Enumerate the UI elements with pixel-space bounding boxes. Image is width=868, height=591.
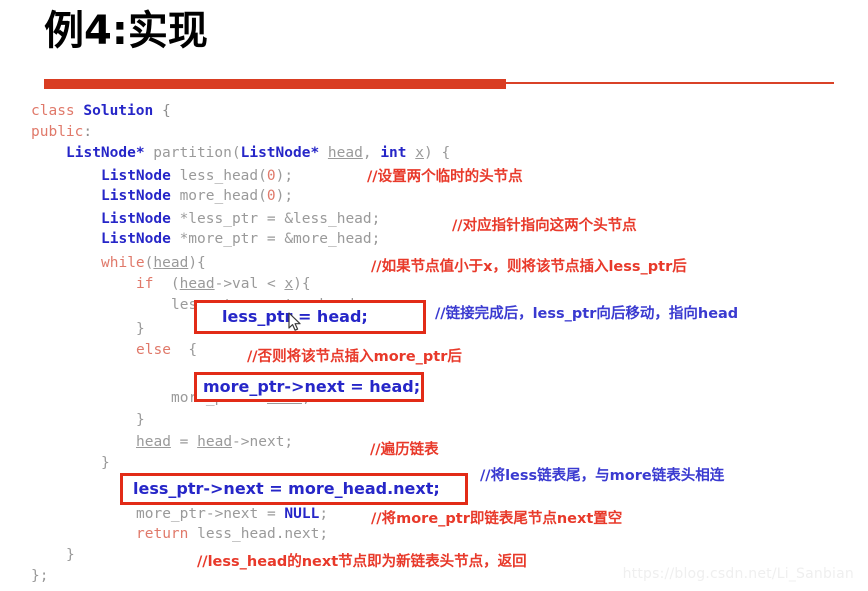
code-line: else { bbox=[136, 340, 197, 361]
code-token: NULL bbox=[284, 506, 320, 522]
code-line: } bbox=[66, 545, 75, 566]
code-token: } bbox=[66, 547, 75, 563]
code-line: ListNode less_head(0); bbox=[101, 166, 293, 187]
code-token: : bbox=[83, 124, 93, 140]
code-line: } bbox=[136, 410, 145, 431]
code-line: class Solution { bbox=[31, 101, 171, 122]
code-comment: //链接完成后，less_ptr向后移动，指向head bbox=[435, 306, 739, 322]
code-line: if (head->val < x){ bbox=[136, 274, 311, 295]
code-line: head = head->next; bbox=[136, 432, 293, 453]
code-token: } bbox=[101, 455, 110, 471]
code-token: x bbox=[415, 145, 424, 161]
code-token: = bbox=[170, 434, 198, 450]
code-token: ); bbox=[275, 168, 294, 184]
code-line: return less_head.next; bbox=[136, 524, 328, 545]
code-token: ListNode bbox=[101, 211, 171, 227]
code-token: head bbox=[179, 276, 215, 292]
code-line: ListNode more_head(0); bbox=[101, 186, 293, 207]
code-line: } bbox=[101, 453, 110, 474]
code-token: ; bbox=[319, 506, 329, 522]
code-token: head bbox=[327, 145, 363, 161]
code-token: ListNode* bbox=[66, 145, 145, 161]
code-token: } bbox=[136, 412, 145, 428]
code-token: x bbox=[284, 276, 294, 292]
code-token: }; bbox=[31, 568, 49, 584]
code-token: ->val < bbox=[214, 276, 285, 292]
code-token: ListNode* bbox=[240, 145, 320, 161]
code-token: 0 bbox=[266, 188, 276, 204]
code-line: ListNode *more_ptr = &more_head; bbox=[101, 229, 380, 250]
code-token: more_ptr->next = bbox=[136, 506, 285, 522]
code-token: ( bbox=[153, 276, 180, 292]
page-title: 例4:实现 bbox=[44, 8, 208, 54]
code-comment: //将more_ptr即链表尾节点next置空 bbox=[371, 511, 623, 527]
code-token: else bbox=[136, 342, 171, 358]
code-token: ListNode bbox=[101, 168, 171, 184]
code-comment: //遍历链表 bbox=[370, 442, 439, 458]
code-token: 0 bbox=[266, 168, 276, 184]
code-comment: //设置两个临时的头节点 bbox=[367, 169, 523, 185]
code-comment: //如果节点值小于x，则将该节点插入less_ptr后 bbox=[371, 259, 687, 275]
code-line: public: bbox=[31, 122, 92, 143]
code-token: less_head.next; bbox=[188, 526, 329, 542]
code-token: head bbox=[153, 255, 189, 271]
code-token: , bbox=[362, 145, 381, 161]
code-comment: //否则将该节点插入more_ptr后 bbox=[247, 349, 462, 365]
code-token: ) { bbox=[423, 145, 451, 161]
code-token: ListNode bbox=[101, 188, 171, 204]
code-token: partition( bbox=[144, 145, 241, 161]
code-token: less_head( bbox=[170, 168, 267, 184]
code-token: class bbox=[31, 103, 84, 119]
code-token: head bbox=[136, 434, 171, 450]
code-token: public bbox=[31, 124, 84, 140]
code-token: if bbox=[136, 276, 154, 292]
divider-accent-bar bbox=[44, 79, 506, 89]
code-token: ){ bbox=[293, 276, 311, 292]
highlight-text: more_ptr->next = head; bbox=[203, 377, 421, 396]
code-comment: //将less链表尾，与more链表头相连 bbox=[480, 468, 725, 484]
highlight-text: less_ptr = head; bbox=[222, 307, 368, 326]
code-token: ){ bbox=[188, 255, 206, 271]
code-token: ->next; bbox=[232, 434, 294, 450]
code-comment: //less_head的next节点即为新链表头节点，返回 bbox=[197, 554, 527, 570]
code-line: more_ptr->next = NULL; bbox=[136, 504, 328, 525]
code-comment: //对应指针指向这两个头节点 bbox=[452, 218, 637, 234]
code-token: Solution bbox=[83, 103, 154, 119]
code-token: more_head( bbox=[170, 188, 267, 204]
code-line: while(head){ bbox=[101, 253, 206, 274]
code-line: }; bbox=[31, 566, 48, 587]
code-line: ListNode *less_ptr = &less_head; bbox=[101, 209, 380, 230]
code-token: while bbox=[101, 255, 145, 271]
code-token: head bbox=[197, 434, 233, 450]
code-token: } bbox=[136, 321, 145, 337]
site-watermark: https://blog.csdn.net/Li_Sanbian bbox=[622, 566, 854, 582]
code-token: ); bbox=[275, 188, 294, 204]
code-token: int bbox=[380, 145, 407, 161]
code-token: *less_ptr = &less_head; bbox=[170, 211, 381, 227]
code-token: return bbox=[136, 526, 189, 542]
code-token: *more_ptr = &more_head; bbox=[170, 231, 381, 247]
code-token: { bbox=[153, 103, 171, 119]
highlight-text: less_ptr->next = more_head.next; bbox=[133, 479, 440, 498]
code-token: ListNode bbox=[101, 231, 171, 247]
code-line: ListNode* partition(ListNode* head, int … bbox=[66, 143, 450, 164]
code-token: { bbox=[170, 342, 198, 358]
code-line: } bbox=[136, 319, 145, 340]
